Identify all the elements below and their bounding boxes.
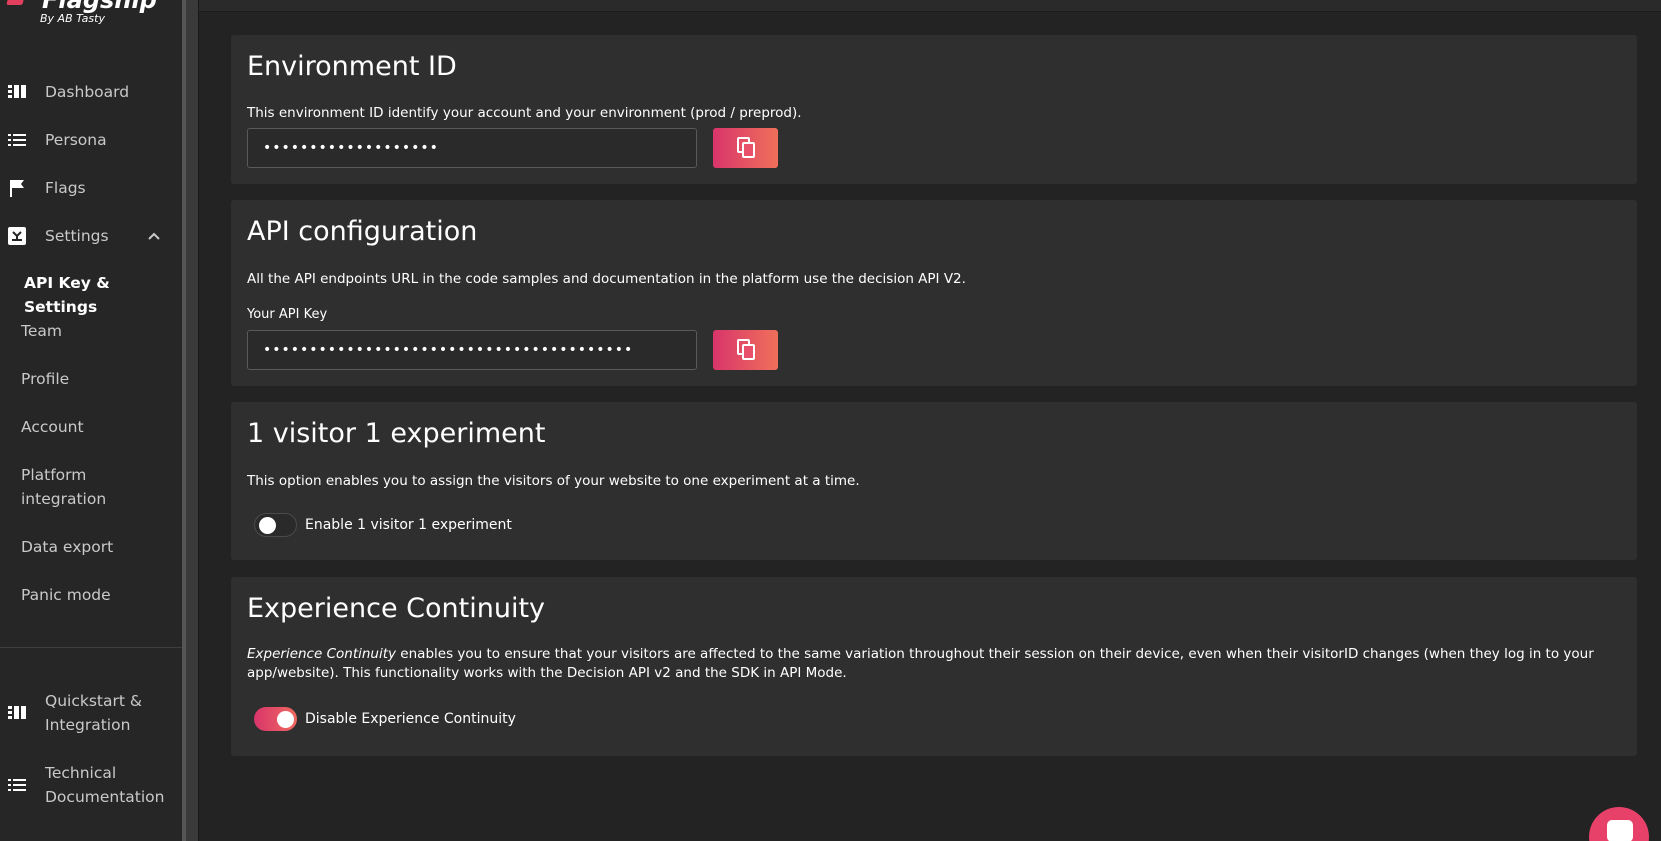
section-title: API configuration bbox=[247, 216, 478, 247]
toggle-label: Disable Experience Continuity bbox=[305, 711, 516, 727]
nav-label: Flags bbox=[45, 179, 86, 197]
flagship-logo-icon bbox=[6, 0, 26, 5]
section-description: This option enables you to assign the vi… bbox=[247, 473, 860, 489]
environment-id-field[interactable]: ••••••••••••••••••• bbox=[247, 128, 697, 168]
section-description: This environment ID identify your accoun… bbox=[247, 105, 802, 121]
top-bar bbox=[199, 0, 1661, 12]
brand-logo[interactable]: Flagship By AB Tasty bbox=[0, 0, 182, 30]
toggle-knob bbox=[277, 710, 294, 728]
flag-icon bbox=[8, 179, 26, 197]
subnav-platform-integration[interactable]: Platform integration bbox=[21, 463, 131, 511]
api-key-label: Your API Key bbox=[247, 307, 328, 322]
nav-quickstart[interactable]: Quickstart & Integration bbox=[0, 688, 182, 738]
nav-dashboard[interactable]: Dashboard bbox=[0, 72, 182, 112]
description-text: enables you to ensure that your visitors… bbox=[247, 646, 1594, 681]
sidebar-divider bbox=[0, 647, 182, 648]
copy-api-key-button[interactable] bbox=[713, 330, 778, 370]
nav-label: Dashboard bbox=[45, 83, 130, 101]
chat-icon bbox=[1607, 820, 1633, 841]
environment-id-card: Environment ID This environment ID ident… bbox=[231, 35, 1637, 184]
brand-tagline: By AB Tasty bbox=[40, 12, 105, 25]
nav-persona[interactable]: Persona bbox=[0, 120, 182, 160]
section-title: Environment ID bbox=[247, 51, 457, 82]
api-key-field[interactable]: •••••••••••••••••••••••••••••••••••••••• bbox=[247, 330, 697, 370]
nav-settings[interactable]: Settings bbox=[0, 216, 182, 256]
subnav-account[interactable]: Account bbox=[21, 415, 84, 439]
toggle-label: Enable 1 visitor 1 experiment bbox=[305, 517, 512, 533]
chat-launcher-button[interactable] bbox=[1589, 807, 1649, 841]
settings-icon bbox=[8, 227, 26, 245]
sidebar: Flagship By AB Tasty Dashboard Persona F… bbox=[0, 0, 182, 841]
nav-label: Quickstart & Integration bbox=[45, 692, 142, 734]
copy-icon bbox=[736, 136, 756, 161]
nav-label: Persona bbox=[45, 131, 107, 149]
chevron-up-icon[interactable] bbox=[148, 229, 160, 244]
section-title: Experience Continuity bbox=[247, 593, 546, 624]
description-emphasis: Experience Continuity bbox=[247, 646, 397, 662]
subnav-team[interactable]: Team bbox=[21, 319, 62, 343]
dashboard-icon bbox=[8, 83, 26, 101]
nav-label: Settings bbox=[45, 227, 109, 245]
section-title: 1 visitor 1 experiment bbox=[247, 418, 546, 449]
one-visitor-one-experiment-card: 1 visitor 1 experiment This option enabl… bbox=[231, 402, 1637, 560]
nav-label: Technical Documentation bbox=[45, 764, 165, 806]
experience-continuity-toggle[interactable] bbox=[254, 707, 297, 731]
docs-icon bbox=[8, 776, 26, 794]
one-visitor-one-experiment-toggle[interactable] bbox=[254, 513, 297, 537]
quickstart-icon bbox=[8, 704, 26, 722]
subnav-api-key-settings[interactable]: API Key & Settings bbox=[24, 271, 182, 319]
api-configuration-card: API configuration All the API endpoints … bbox=[231, 200, 1637, 386]
nav-flags[interactable]: Flags bbox=[0, 168, 182, 208]
subnav-data-export[interactable]: Data export bbox=[21, 535, 113, 559]
section-description: All the API endpoints URL in the code sa… bbox=[247, 271, 966, 287]
toggle-knob bbox=[259, 517, 276, 534]
subnav-panic-mode[interactable]: Panic mode bbox=[21, 583, 111, 607]
copy-environment-id-button[interactable] bbox=[713, 128, 778, 168]
nav-technical-documentation[interactable]: Technical Documentation bbox=[0, 760, 182, 810]
section-description: Experience Continuity enables you to ens… bbox=[247, 645, 1627, 683]
subnav-profile[interactable]: Profile bbox=[21, 367, 69, 391]
copy-icon bbox=[736, 338, 756, 363]
sidebar-scrollbar[interactable] bbox=[182, 0, 199, 841]
list-icon bbox=[8, 131, 26, 149]
experience-continuity-card: Experience Continuity Experience Continu… bbox=[231, 577, 1637, 756]
